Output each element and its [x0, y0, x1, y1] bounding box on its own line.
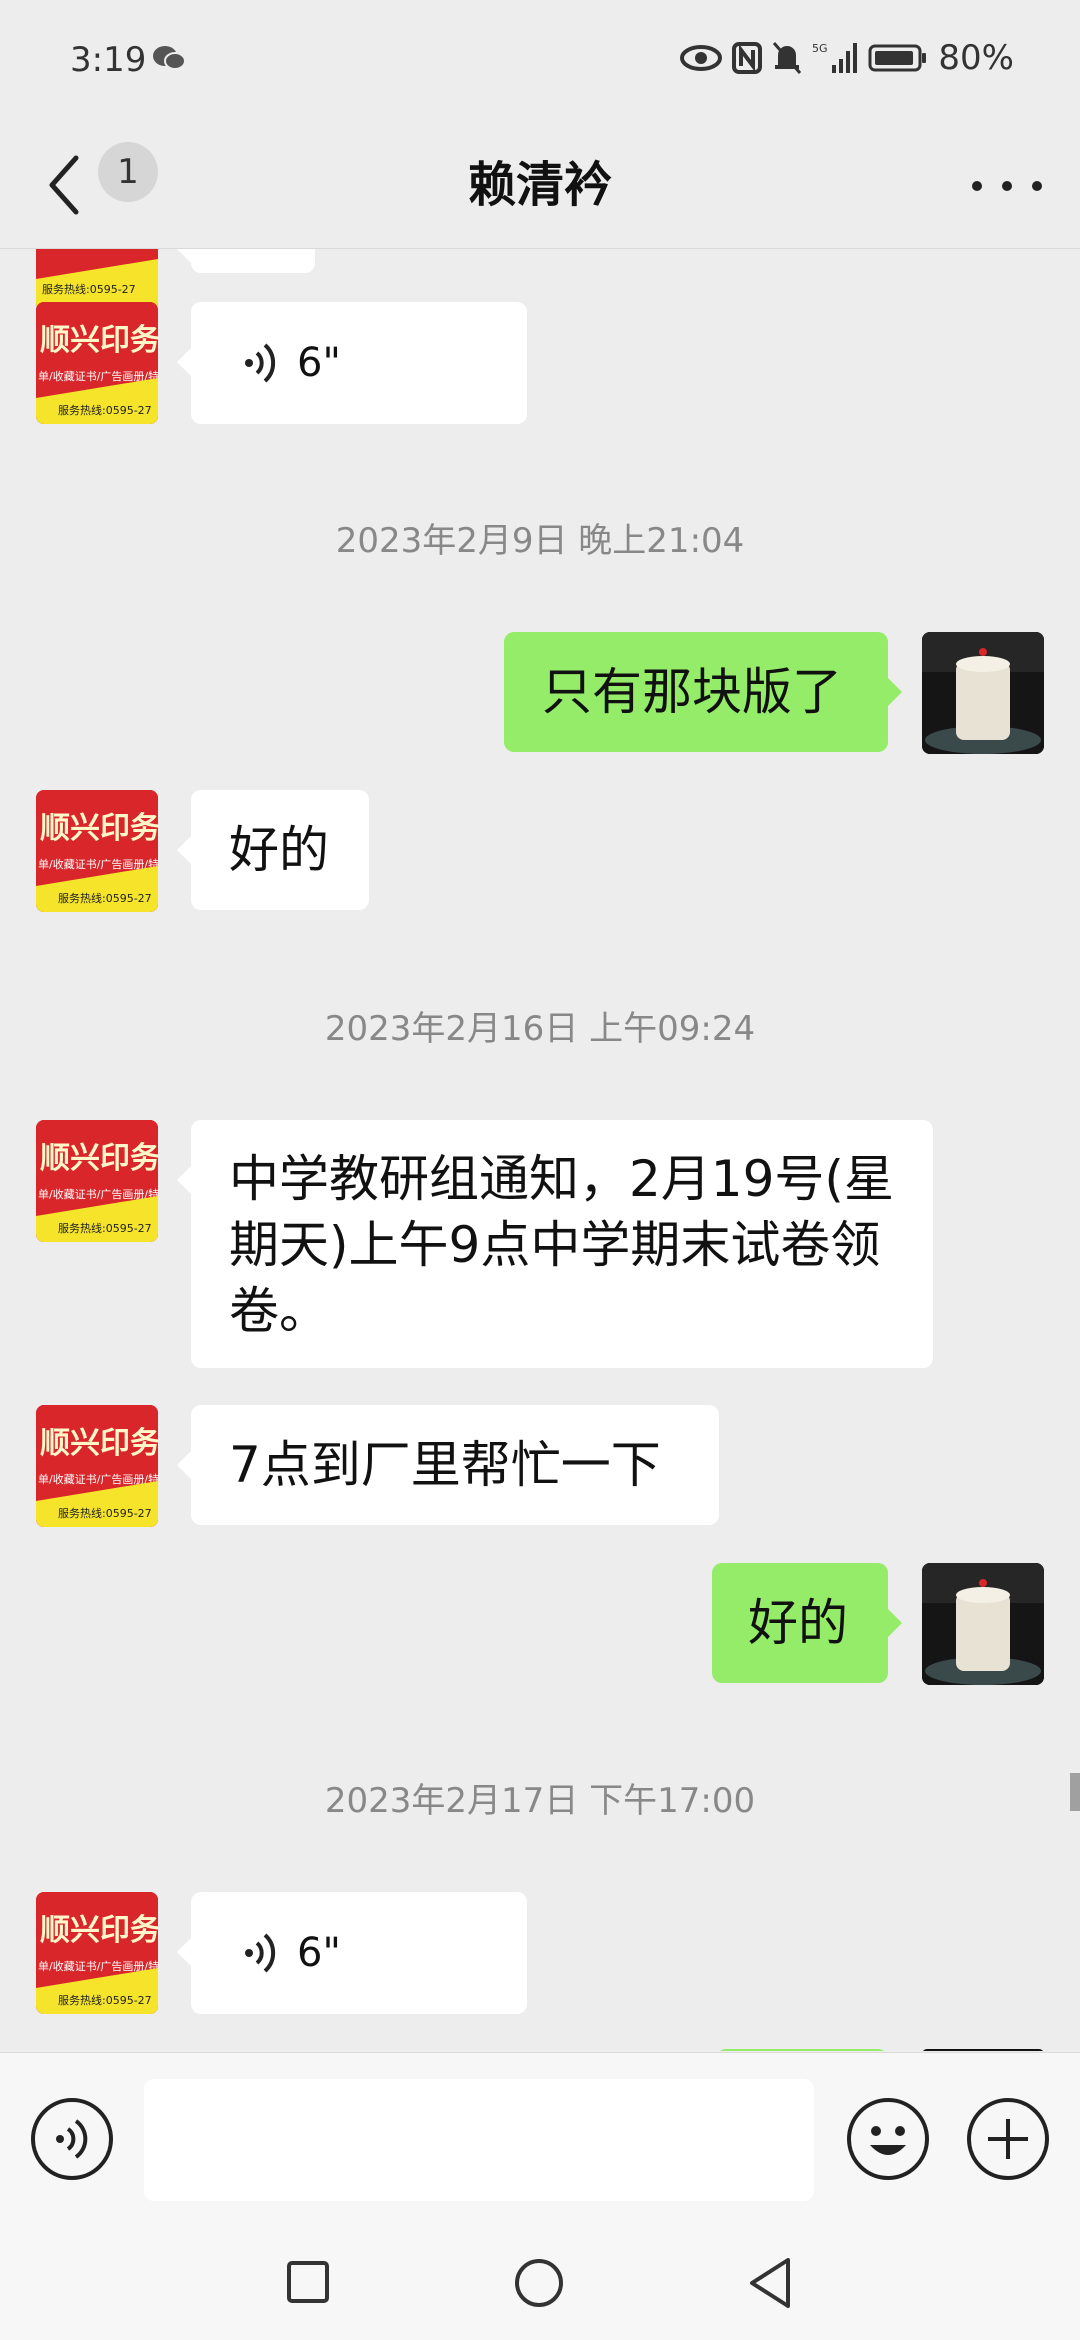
- input-bar: [0, 2052, 1080, 2223]
- avatar-shop-sub: 单/收藏证书/广告画册/特: [38, 369, 158, 383]
- contact-avatar[interactable]: 顺兴印务单/收藏证书/广告画册/特服务热线:0595-27: [36, 1892, 158, 2014]
- chat-title: 赖清衿: [467, 157, 612, 213]
- eye-icon: [680, 45, 723, 71]
- network-label: 5G: [812, 42, 828, 55]
- avatar-shop-sub: 单/收藏证书/广告画册/特: [38, 1472, 158, 1486]
- received-message-bubble[interactable]: 好的: [177, 790, 369, 910]
- voice-message-bubble[interactable]: 6": [177, 1892, 527, 2014]
- avatar-shop-name: 顺兴印务: [40, 1913, 158, 1948]
- sent-message-bubble[interactable]: 好的: [712, 1563, 902, 1683]
- received-message-bubble[interactable]: 中学教研组通知，2月19号(星期天)上午9点中学期末试卷领卷。: [177, 1120, 933, 1368]
- status-time: 3:19: [70, 40, 147, 80]
- dot-icon: [1032, 181, 1042, 191]
- message-text: 中学教研组通知，2月19号(星期天)上午9点中学期末试卷领卷。: [229, 1150, 894, 1340]
- message-input[interactable]: [144, 2079, 814, 2201]
- voice-duration: 6": [297, 1930, 341, 1976]
- battery-icon: [868, 44, 927, 72]
- nfc-icon: [732, 42, 763, 74]
- sent-message-bubble-partial[interactable]: [716, 2049, 888, 2051]
- avatar-phone-text: 服务热线:0595-27: [58, 891, 152, 905]
- my-avatar[interactable]: [922, 1563, 1044, 1685]
- wechat-notification-icon: [153, 46, 186, 70]
- avatar-shop-name: 顺兴印务: [40, 1426, 158, 1461]
- received-message-bubble[interactable]: 7点到厂里帮忙一下: [177, 1405, 719, 1525]
- avatar-phone-text: 服务热线:0595-27: [58, 1221, 152, 1235]
- voice-input-toggle-icon[interactable]: [30, 2097, 114, 2181]
- status-icons: 5G 80%: [680, 38, 1014, 78]
- message-bubble-partial[interactable]: [177, 249, 315, 273]
- more-options-button[interactable]: [972, 166, 1042, 206]
- sent-message-bubble[interactable]: 只有那块版了: [504, 632, 902, 752]
- message-text: 7点到厂里帮忙一下: [229, 1436, 661, 1494]
- voice-wave-icon: [245, 1933, 276, 1973]
- contact-avatar[interactable]: 顺兴印务单/收藏证书/广告画册/特服务热线:0595-27: [36, 1405, 158, 1527]
- avatar-shop-name: 顺兴印务: [40, 811, 158, 846]
- chat-header: 赖清衿: [0, 122, 1080, 249]
- signal-icon: 5G: [812, 42, 858, 73]
- avatar-phone-text: 服务热线:0595-27: [58, 403, 152, 417]
- voice-wave-icon: [245, 343, 276, 383]
- avatar-phone-text: 服务热线:0595-27: [58, 1993, 152, 2007]
- message-text: 好的: [229, 821, 329, 879]
- voice-duration: 6": [297, 340, 341, 386]
- dot-icon: [1002, 181, 1012, 191]
- contact-avatar[interactable]: 顺兴印务单/收藏证书/广告画册/特服务热线:0595-27: [36, 302, 158, 424]
- plus-icon[interactable]: [966, 2097, 1050, 2181]
- contact-avatar[interactable]: 顺兴印务单/收藏证书/广告画册/特服务热线:0595-27: [36, 1120, 158, 1242]
- message-timestamp: 2023年2月17日 下午17:00: [324, 1781, 756, 1821]
- scrollbar[interactable]: [1070, 1773, 1080, 1811]
- nav-back-icon[interactable]: [746, 2256, 794, 2310]
- my-avatar[interactable]: [922, 632, 1044, 754]
- message-list[interactable]: 服务热线:0595-27 顺兴印务 单/收藏证书/广告画册/特 服务热线:0595-…: [0, 249, 1080, 2051]
- my-avatar[interactable]: [922, 2049, 1044, 2051]
- message-timestamp: 2023年2月16日 上午09:24: [324, 1009, 756, 1049]
- dot-icon: [972, 181, 982, 191]
- status-bar: 3:19 5G 80%: [0, 0, 1080, 122]
- avatar-phone-text: 服务热线:0595-27: [42, 282, 136, 296]
- battery-percent: 80%: [938, 38, 1014, 78]
- avatar-shop-sub: 单/收藏证书/广告画册/特: [38, 1959, 158, 1973]
- system-navigation-bar: [0, 2222, 1080, 2340]
- emoji-icon[interactable]: [846, 2097, 930, 2181]
- recent-apps-icon[interactable]: [286, 2260, 330, 2304]
- unread-count-badge[interactable]: 1: [98, 142, 158, 202]
- message-timestamp: 2023年2月9日 晚上21:04: [335, 521, 745, 561]
- avatar-shop-name: 顺兴印务: [40, 1141, 158, 1176]
- mute-bell-icon: [773, 42, 802, 74]
- avatar-shop-name: 顺兴印务: [40, 323, 158, 358]
- avatar-shop-sub: 单/收藏证书/广告画册/特: [38, 857, 158, 871]
- message-text: 好的: [748, 1594, 848, 1652]
- avatar-phone-text: 服务热线:0595-27: [58, 1506, 152, 1520]
- avatar-shop-sub: 单/收藏证书/广告画册/特: [38, 1187, 158, 1201]
- contact-avatar[interactable]: 顺兴印务单/收藏证书/广告画册/特服务热线:0595-27: [36, 790, 158, 912]
- voice-message-bubble[interactable]: 6": [177, 302, 527, 424]
- message-text: 只有那块版了: [542, 663, 842, 721]
- home-icon[interactable]: [514, 2258, 564, 2308]
